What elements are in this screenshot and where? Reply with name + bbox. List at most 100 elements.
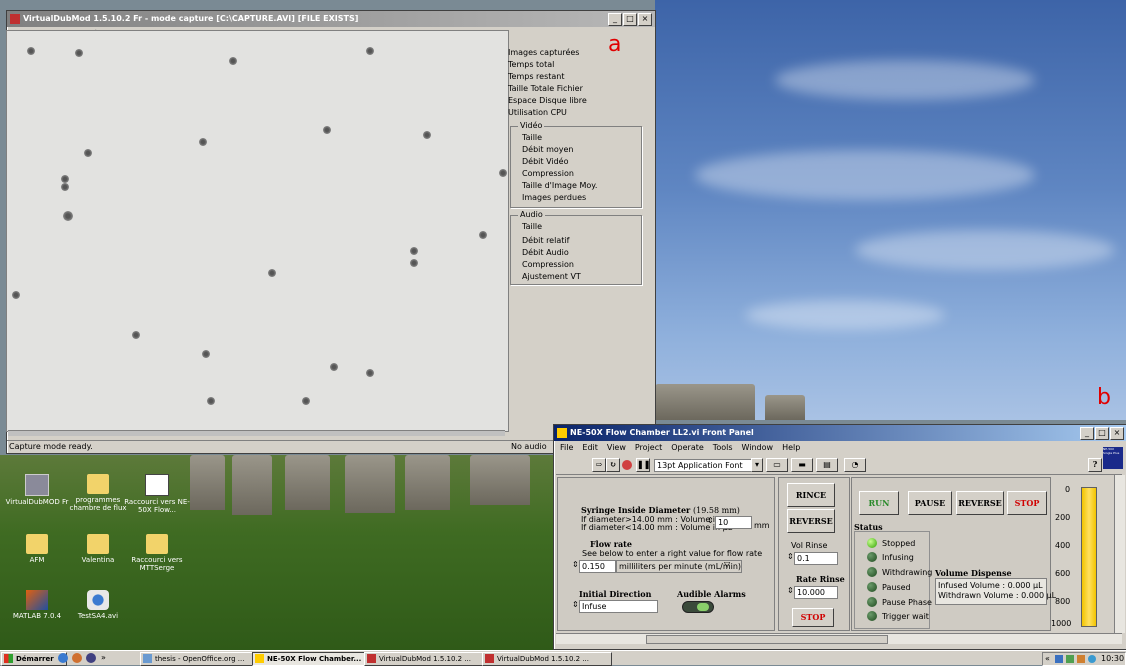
desktop-icon-virtualdub[interactable]: VirtualDubMOD Fr [2, 474, 72, 506]
run-continuous-icon[interactable]: ↻ [606, 458, 620, 472]
menu-view[interactable]: View [607, 441, 626, 454]
audio-ajustement-vt: Ajustement VT [522, 272, 581, 281]
capture-scrollbar[interactable] [8, 430, 505, 436]
marker-b: b [1097, 385, 1111, 410]
labview-window: NE-50X Flow Chamber LL2.vi Front Panel _… [553, 424, 1126, 650]
menu-edit[interactable]: Edit [582, 441, 598, 454]
alarms-toggle[interactable] [682, 601, 714, 613]
flow-stepper-icon[interactable]: ⇕ [572, 560, 579, 569]
video-taille-image: Taille d'Image Moy. [522, 181, 598, 190]
align-objects-icon[interactable]: ▭ [766, 458, 788, 472]
reorder-icon[interactable]: ◔ [844, 458, 866, 472]
update-icon[interactable] [1088, 655, 1096, 663]
audio-debit-audio: Débit Audio [522, 248, 569, 257]
security-icon[interactable] [1077, 655, 1085, 663]
run-arrow-icon[interactable]: ⇨ [592, 458, 606, 472]
quicklaunch-app-icon[interactable] [72, 653, 82, 663]
tray-chevron[interactable]: « [1045, 654, 1050, 663]
video-group-title: Vidéo [518, 121, 545, 130]
font-dropdown-icon[interactable]: ▾ [751, 458, 763, 472]
desktop-icon-afm[interactable]: AFM [2, 534, 72, 564]
virtualdub-window-controls: _ □ × [608, 13, 652, 26]
desktop-icon-label: MATLAB 7.0.4 [12, 612, 62, 620]
minimize-icon[interactable]: _ [1080, 427, 1094, 440]
direction-stepper-icon[interactable]: ⇕ [572, 600, 579, 609]
desktop-icon-label: Valentina [81, 556, 115, 564]
pause-button[interactable]: PAUSE [908, 491, 952, 515]
capture-preview[interactable] [6, 30, 509, 432]
reverse-button[interactable]: REVERSE [956, 491, 1004, 515]
abort-icon[interactable] [622, 460, 632, 470]
stat-temps-total: Temps total [508, 60, 555, 69]
virtualdub-titlebar[interactable]: VirtualDubMod 1.5.10.2 Fr - mode capture… [7, 11, 655, 27]
stat-taille-totale: Taille Totale Fichier [508, 84, 583, 93]
rate-rinse-input[interactable]: 10.000 [794, 586, 838, 599]
virtualdub-icon [367, 654, 376, 663]
menu-file[interactable]: File [560, 441, 573, 454]
task-label: thesis - OpenOffice.org ... [155, 655, 245, 663]
menu-operate[interactable]: Operate [671, 441, 704, 454]
rinse-stop-button[interactable]: STOP [792, 608, 834, 627]
gauge-tick-0: 0 [1065, 485, 1071, 494]
rince-button[interactable]: RINCE [787, 483, 835, 507]
close-icon[interactable]: × [638, 13, 652, 26]
rate-rinse-stepper-icon[interactable]: ⇕ [787, 586, 794, 595]
labview-icon [255, 654, 264, 663]
windows-logo-icon [4, 654, 13, 663]
direction-select[interactable]: Infuse [579, 600, 658, 613]
desktop-icon-matlab[interactable]: MATLAB 7.0.4 [2, 590, 72, 620]
font-select[interactable]: 13pt Application Font [654, 459, 753, 472]
maximize-icon[interactable]: □ [623, 13, 637, 26]
menu-project[interactable]: Project [635, 441, 662, 454]
matlab-icon [26, 590, 48, 610]
distribute-objects-icon[interactable]: ▬ [791, 458, 813, 472]
menu-tools[interactable]: Tools [713, 441, 733, 454]
flow-unit-value: milliliters per minute (mL/min) [619, 562, 742, 571]
status-text: Capture mode ready. [9, 442, 93, 451]
labview-titlebar[interactable]: NE-50X Flow Chamber LL2.vi Front Panel [554, 425, 1126, 441]
rate-rinse-title: Rate Rinse [796, 574, 845, 584]
quicklaunch-chevron[interactable]: » [101, 653, 106, 662]
vol-rinse-stepper-icon[interactable]: ⇕ [787, 552, 794, 561]
virtualdub-icon [25, 474, 49, 496]
maximize-icon[interactable]: □ [1095, 427, 1109, 440]
network-icon[interactable] [1055, 655, 1063, 663]
taskbar: Démarrer » thesis - OpenOffice.org ... N… [0, 650, 1126, 666]
rinse-reverse-button[interactable]: REVERSE [787, 509, 835, 533]
marker-a: a [608, 32, 622, 57]
minimize-icon[interactable]: _ [608, 13, 622, 26]
flow-rate-input[interactable]: 0.150 [579, 560, 616, 573]
audio-compression: Compression [522, 260, 574, 269]
run-button[interactable]: RUN [859, 491, 899, 515]
desktop-icon-ne50x-shortcut[interactable]: Raccourci vers NE-50X Flow... [122, 474, 192, 514]
video-debit-moyen: Débit moyen [522, 145, 574, 154]
chevron-down-icon[interactable]: ▽ [724, 560, 730, 569]
folder-icon [26, 534, 48, 554]
syringe-diameter-input[interactable]: 10 [715, 516, 752, 529]
gauge-tick-400: 400 [1055, 541, 1071, 550]
vol-rinse-input[interactable]: 0.1 [794, 552, 838, 565]
quicklaunch-media-icon[interactable] [86, 653, 96, 663]
flow-rate-title: Flow rate [590, 539, 632, 549]
audio-debit-relatif: Débit relatif [522, 236, 570, 245]
pause-icon[interactable]: ❚❚ [636, 458, 650, 472]
resize-objects-icon[interactable]: ▤ [816, 458, 838, 472]
volume-icon[interactable] [1066, 655, 1074, 663]
syringe-stepper-icon[interactable]: ⇕ [707, 516, 714, 525]
desktop-icon-testsa4[interactable]: TestSA4.avi [63, 590, 133, 620]
status-stopped: Stopped [882, 539, 916, 548]
labview-hscrollbar[interactable] [556, 633, 1122, 644]
paused-led [867, 582, 877, 592]
menu-help[interactable]: Help [782, 441, 800, 454]
help-icon[interactable]: ? [1088, 458, 1102, 472]
virtualdub-app-icon [10, 14, 20, 24]
stop-button[interactable]: STOP [1007, 491, 1047, 515]
stat-temps-restant: Temps restant [508, 72, 565, 81]
desktop-icon-mttserge[interactable]: Raccourci vers MTTSerge [122, 534, 192, 572]
labview-vscrollbar[interactable] [1114, 475, 1125, 633]
quicklaunch-ie-icon[interactable] [58, 653, 68, 663]
menu-window[interactable]: Window [742, 441, 774, 454]
close-icon[interactable]: × [1110, 427, 1124, 440]
labview-window-controls: _ □ × [1080, 427, 1124, 440]
video-taille: Taille [522, 133, 543, 142]
